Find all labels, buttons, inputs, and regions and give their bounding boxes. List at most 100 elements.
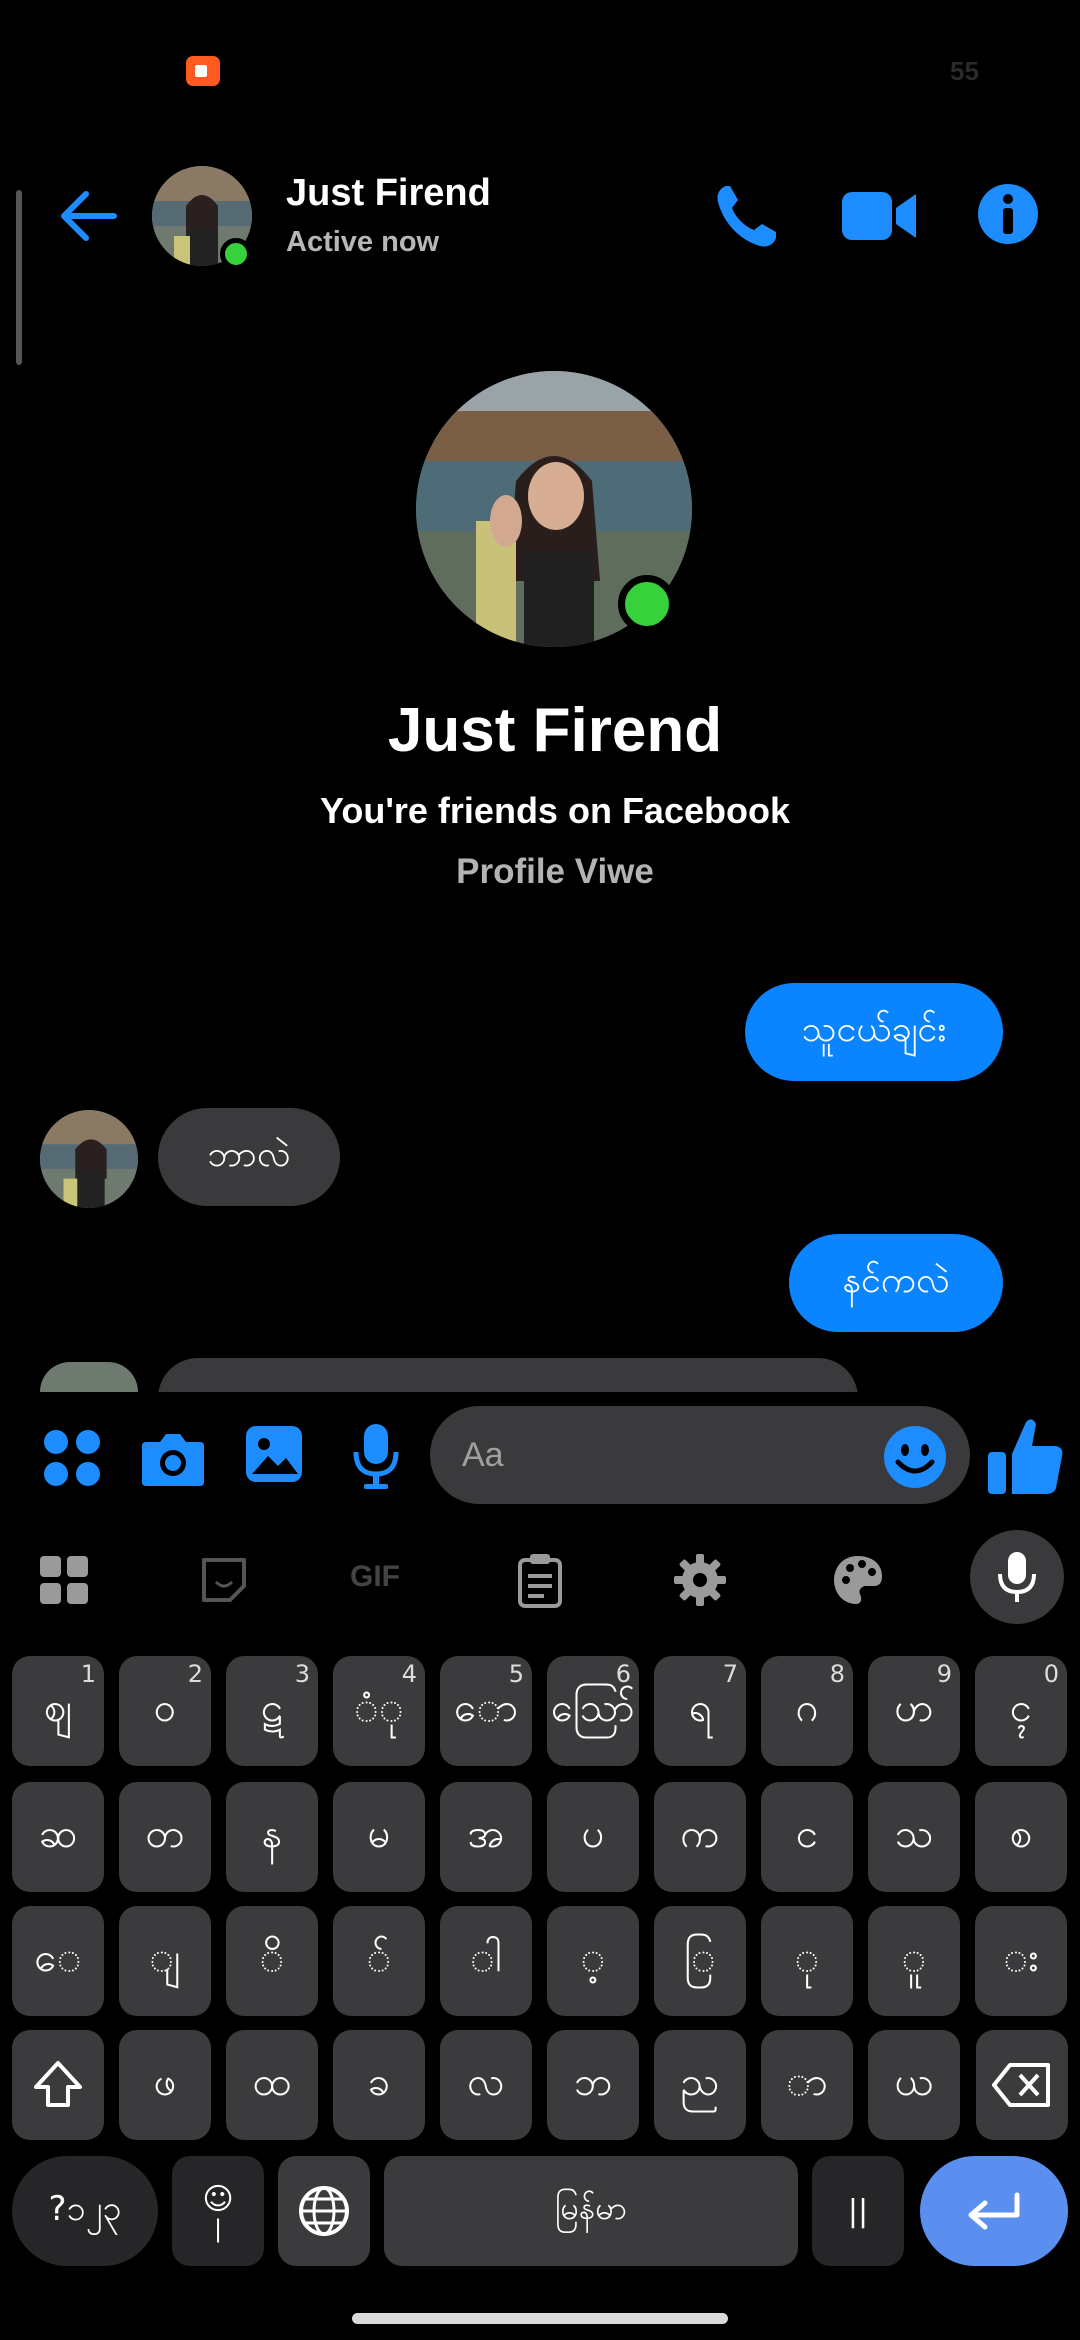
key[interactable]: ံု 4 bbox=[333, 1656, 425, 1766]
key-label: ါ bbox=[470, 1934, 502, 1981]
key[interactable]: ိ bbox=[226, 1906, 318, 2016]
back-arrow-icon[interactable] bbox=[52, 180, 124, 252]
key[interactable]: လ bbox=[440, 2030, 532, 2140]
key-number-hint: 1 bbox=[80, 1660, 96, 1688]
key-label: ော bbox=[454, 1684, 518, 1731]
key-label: န bbox=[261, 1810, 283, 1857]
thumbs-up-icon[interactable] bbox=[986, 1414, 1066, 1498]
key[interactable]: ဟ9 bbox=[868, 1656, 960, 1766]
phone-call-icon[interactable] bbox=[712, 180, 782, 250]
key[interactable]: ူ bbox=[868, 1906, 960, 2016]
key[interactable]: င bbox=[761, 1782, 853, 1892]
key[interactable]: ့ bbox=[547, 1906, 639, 2016]
punctuation-key[interactable]: || bbox=[812, 2156, 904, 2266]
space-key[interactable]: မြန်မာ bbox=[384, 2156, 798, 2266]
key[interactable]: ါ bbox=[440, 1906, 532, 2016]
enter-key[interactable] bbox=[920, 2156, 1068, 2266]
key[interactable]: ဂ8 bbox=[761, 1656, 853, 1766]
contact-name[interactable]: Just Firend bbox=[286, 172, 491, 215]
key[interactable]: ဋ3 bbox=[226, 1656, 318, 1766]
key-label: ဖ bbox=[153, 2058, 177, 2105]
key[interactable]: အ bbox=[440, 1782, 532, 1892]
key[interactable]: ဈ1 bbox=[12, 1656, 104, 1766]
voice-clip-icon[interactable] bbox=[350, 1422, 402, 1490]
key[interactable]: ဖ bbox=[119, 2030, 211, 2140]
message-outgoing[interactable]: နင်ကလဲ bbox=[789, 1234, 1003, 1332]
key[interactable]: ျ bbox=[119, 1906, 211, 2016]
key[interactable]: မ bbox=[333, 1782, 425, 1892]
key-label: ု bbox=[794, 1934, 820, 1981]
key-label: ာ bbox=[786, 2058, 828, 2105]
key-label: သ bbox=[894, 1810, 934, 1857]
key-number-hint: 9 bbox=[936, 1660, 952, 1688]
screen-record-icon bbox=[186, 56, 220, 86]
key[interactable]: ဘ bbox=[547, 2030, 639, 2140]
gallery-icon[interactable] bbox=[244, 1424, 304, 1484]
key-number-hint: 0 bbox=[1043, 1660, 1059, 1688]
key[interactable]: ခ bbox=[333, 2030, 425, 2140]
view-profile-link[interactable]: Profile Viwe bbox=[0, 852, 1080, 892]
camera-icon[interactable] bbox=[140, 1428, 206, 1488]
key[interactable]: ပ bbox=[547, 1782, 639, 1892]
info-icon[interactable] bbox=[976, 182, 1040, 246]
key-number-hint: 5 bbox=[508, 1660, 524, 1688]
key[interactable]: က bbox=[654, 1782, 746, 1892]
key-label: ေ bbox=[34, 1934, 82, 1981]
key-label: ့ bbox=[580, 1934, 606, 1981]
key[interactable]: န bbox=[226, 1782, 318, 1892]
key-label: က bbox=[680, 1810, 720, 1857]
key[interactable]: ည bbox=[654, 2030, 746, 2140]
key[interactable]: ြ bbox=[654, 1906, 746, 2016]
key[interactable]: စ bbox=[975, 1782, 1067, 1892]
key-label: ဪ bbox=[551, 1684, 635, 1731]
key[interactable]: ် bbox=[333, 1906, 425, 2016]
settings-icon[interactable] bbox=[672, 1552, 728, 1608]
key-label: လ bbox=[467, 2058, 505, 2105]
key[interactable]: း bbox=[975, 1906, 1067, 2016]
apps-grid-icon[interactable] bbox=[42, 1428, 102, 1488]
key[interactable]: ု bbox=[761, 1906, 853, 2016]
keyboard-voice-button[interactable] bbox=[970, 1530, 1064, 1624]
shift-key[interactable] bbox=[12, 2030, 104, 2140]
emoji-icon[interactable] bbox=[882, 1424, 948, 1490]
key-label: ယ bbox=[894, 2058, 934, 2105]
symbols-key[interactable]: ?၁၂၃ bbox=[12, 2156, 158, 2266]
language-key[interactable] bbox=[278, 2156, 370, 2266]
apps-grid-icon[interactable] bbox=[36, 1552, 92, 1608]
key-number-hint: 7 bbox=[722, 1660, 738, 1688]
key-label: ် bbox=[366, 1934, 392, 1981]
video-call-icon[interactable] bbox=[842, 186, 916, 246]
key-label: ဆ bbox=[38, 1810, 78, 1857]
sticker-icon[interactable] bbox=[196, 1552, 252, 1608]
key-label: ံု bbox=[354, 1684, 404, 1731]
emoji-key[interactable]: ☺ | bbox=[172, 2156, 264, 2266]
online-status-dot bbox=[220, 238, 252, 270]
backspace-key[interactable] bbox=[976, 2030, 1068, 2140]
friendship-status: You're friends on Facebook bbox=[320, 790, 790, 831]
key-label: ပ bbox=[581, 1810, 605, 1857]
message-avatar[interactable] bbox=[40, 1110, 138, 1208]
gif-icon[interactable]: GIF bbox=[350, 1560, 400, 1594]
key[interactable]: ထ bbox=[226, 2030, 318, 2140]
key[interactable]: ော 5 bbox=[440, 1656, 532, 1766]
key[interactable]: ာ bbox=[761, 2030, 853, 2140]
key[interactable]: ဝ2 bbox=[119, 1656, 211, 1766]
theme-palette-icon[interactable] bbox=[830, 1552, 886, 1608]
key-label: မ bbox=[367, 1810, 391, 1857]
key-label: ဋ bbox=[260, 1684, 284, 1731]
key[interactable]: ဆ bbox=[12, 1782, 104, 1892]
key[interactable]: ယ bbox=[868, 2030, 960, 2140]
key[interactable]: ဪ6 bbox=[547, 1656, 639, 1766]
key[interactable]: သ bbox=[868, 1782, 960, 1892]
backspace-icon bbox=[992, 2063, 1050, 2107]
clipboard-icon[interactable] bbox=[512, 1552, 568, 1608]
message-incoming[interactable]: ဘာလဲ bbox=[158, 1108, 340, 1206]
key-label: ြ bbox=[684, 1934, 716, 1981]
enter-arrow-icon bbox=[968, 2192, 1020, 2230]
message-outgoing[interactable]: သူငယ်ချင်း bbox=[745, 983, 1003, 1081]
key[interactable]: ၚ0 bbox=[975, 1656, 1067, 1766]
key[interactable]: ေ bbox=[12, 1906, 104, 2016]
key[interactable]: တ bbox=[119, 1782, 211, 1892]
key-number-hint: 3 bbox=[294, 1660, 310, 1688]
key[interactable]: ရ7 bbox=[654, 1656, 746, 1766]
